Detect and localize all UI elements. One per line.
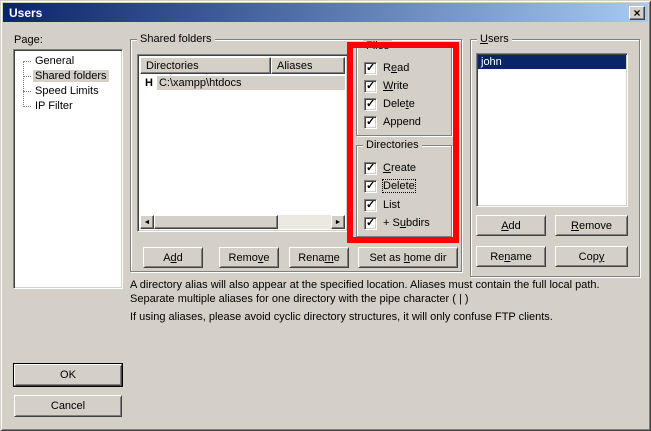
checkbox-icon-subdirs (364, 217, 377, 230)
listview-header: Directories Aliases (140, 57, 345, 74)
files-group-label: Files (363, 40, 392, 52)
alias-help-text: A directory alias will also appear at th… (130, 278, 638, 306)
page-item-shared-folders[interactable]: Shared folders (14, 69, 122, 84)
checkbox-label-create: Create (383, 162, 416, 174)
user-item-john[interactable]: john (478, 55, 626, 69)
scroll-right-button[interactable]: ► (331, 215, 345, 229)
checkbox-subdirs[interactable]: + Subdirs (364, 216, 430, 230)
checkbox-write[interactable]: Write (364, 79, 408, 93)
scrollbar-thumb[interactable] (154, 215, 278, 229)
page-item-speed-limits[interactable]: Speed Limits (14, 84, 122, 99)
directories-listview: Directories Aliases H C:\xampp\htdocs ◄ … (137, 54, 348, 232)
checkbox-icon-append (364, 116, 377, 129)
scroll-right-icon: ► (335, 219, 342, 226)
user-rename-button[interactable]: Rename (476, 246, 546, 267)
scroll-left-button[interactable]: ◄ (140, 215, 154, 229)
ok-button[interactable]: OK (14, 364, 122, 386)
directory-path: C:\xampp\htdocs (157, 76, 345, 90)
checkbox-label-write: Write (383, 80, 408, 92)
checkbox-read[interactable]: Read (364, 61, 409, 75)
scroll-left-icon: ◄ (144, 219, 151, 226)
page-label: Page: (14, 34, 43, 46)
scrollbar-track[interactable] (278, 215, 331, 229)
checkbox-list[interactable]: List (364, 198, 400, 212)
checkbox-icon-delete-dirs (364, 180, 377, 193)
checkbox-delete-files[interactable]: Delete (364, 97, 415, 111)
page-item-general[interactable]: General (14, 54, 122, 69)
shared-add-button[interactable]: Add (143, 247, 203, 268)
page-item-label: Speed Limits (33, 85, 101, 97)
column-header-aliases[interactable]: Aliases (271, 57, 345, 74)
home-marker: H (140, 77, 157, 89)
set-as-home-dir-button[interactable]: Set as home dir (358, 247, 458, 268)
checkbox-icon-create (364, 162, 377, 175)
checkbox-icon-write (364, 80, 377, 93)
users-dialog: Users × Page: General Shared folders Spe… (0, 0, 651, 431)
cyclic-help-text: If using aliases, please avoid cyclic di… (130, 310, 638, 324)
checkbox-create[interactable]: Create (364, 161, 416, 175)
checkbox-icon-delete-files (364, 98, 377, 111)
user-add-button[interactable]: Add (476, 215, 546, 236)
directories-permissions-group: Directories Create Delete List + Subdirs (356, 145, 452, 237)
files-permissions-group: Files Read Write Delete Append (356, 46, 452, 136)
page-item-label: General (33, 55, 76, 67)
page-item-ip-filter[interactable]: IP Filter (14, 99, 122, 114)
page-item-label: Shared folders (33, 70, 109, 82)
checkbox-label-delete-dirs: Delete (383, 180, 415, 192)
user-copy-button[interactable]: Copy (555, 246, 628, 267)
titlebar: Users × (3, 3, 648, 22)
checkbox-label-append: Append (383, 116, 421, 128)
users-group-label: Users (477, 33, 512, 45)
checkbox-label-read: Read (383, 62, 409, 74)
shared-rename-button[interactable]: Rename (289, 247, 349, 268)
shared-folders-group-label: Shared folders (137, 33, 215, 45)
page-item-label: IP Filter (33, 100, 75, 112)
users-list: john (476, 53, 628, 207)
checkbox-icon-list (364, 199, 377, 212)
window-title: Users (3, 6, 629, 20)
directories-group-label: Directories (363, 139, 422, 151)
cancel-button[interactable]: Cancel (14, 395, 122, 417)
close-button[interactable]: × (629, 6, 645, 20)
checkbox-label-delete-files: Delete (383, 98, 415, 110)
column-header-directories[interactable]: Directories (140, 57, 271, 74)
user-remove-button[interactable]: Remove (555, 215, 628, 236)
horizontal-scrollbar[interactable]: ◄ ► (140, 215, 345, 229)
directory-row[interactable]: H C:\xampp\htdocs (140, 75, 345, 90)
close-icon: × (633, 7, 640, 19)
checkbox-delete-dirs[interactable]: Delete (364, 179, 415, 193)
checkbox-icon-read (364, 62, 377, 75)
checkbox-label-subdirs: + Subdirs (383, 217, 430, 229)
page-list: General Shared folders Speed Limits IP F… (13, 49, 123, 289)
checkbox-append[interactable]: Append (364, 115, 421, 129)
shared-remove-button[interactable]: Remove (219, 247, 279, 268)
checkbox-label-list: List (383, 199, 400, 211)
